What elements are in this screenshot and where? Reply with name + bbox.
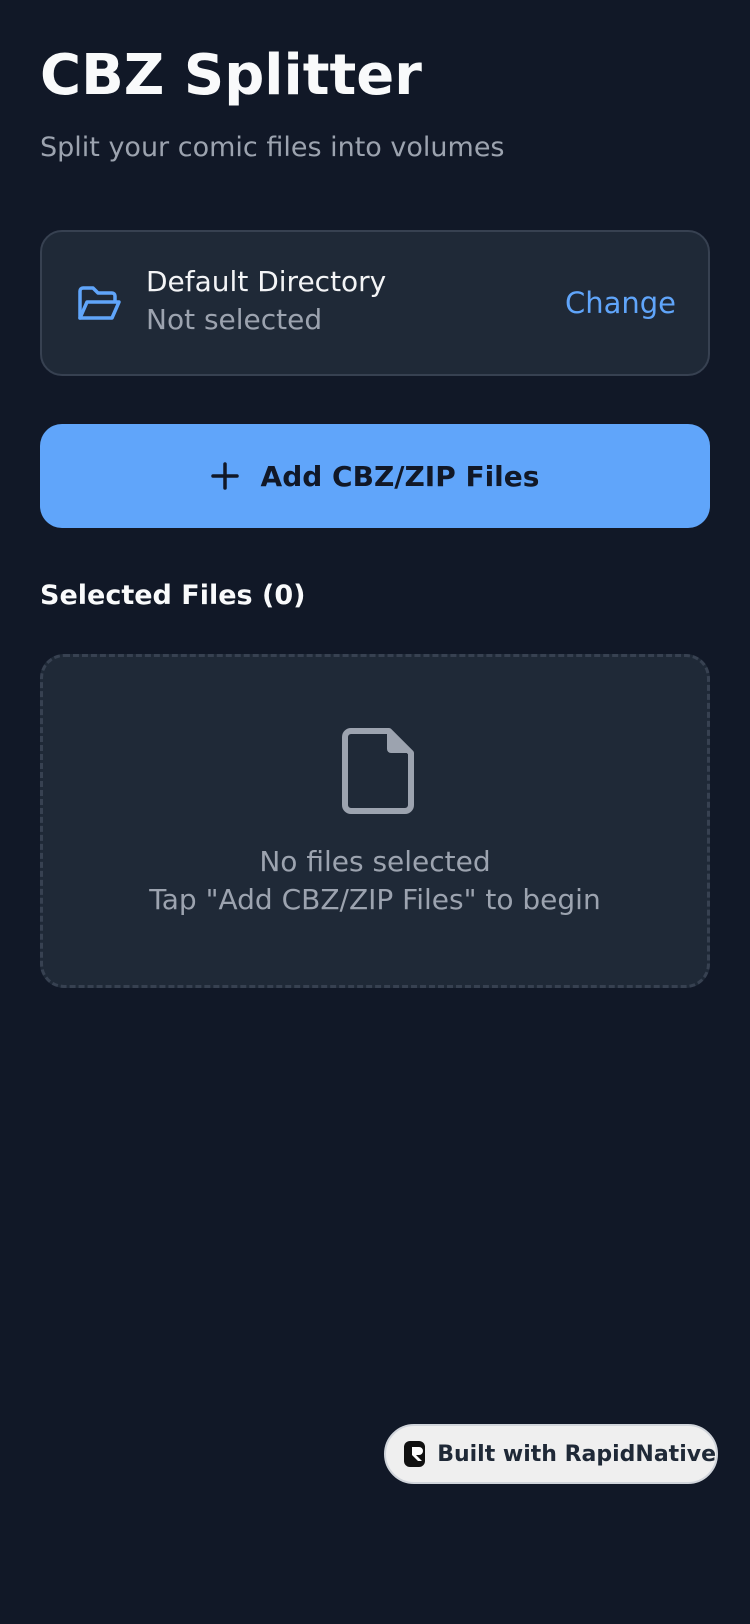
- change-directory-button[interactable]: Change: [565, 284, 676, 322]
- directory-value: Not selected: [146, 303, 323, 336]
- selected-files-heading: Selected Files (0): [40, 580, 306, 611]
- app-screen: CBZ Splitter Split your comic files into…: [0, 0, 750, 1624]
- directory-label: Default Directory: [146, 265, 387, 298]
- empty-files-placeholder: No files selected Tap "Add CBZ/ZIP Files…: [40, 654, 710, 988]
- empty-state-hint: Tap "Add CBZ/ZIP Files" to begin: [149, 883, 601, 916]
- plus-icon: [210, 462, 239, 490]
- file-icon: [341, 727, 415, 815]
- folder-open-icon: [76, 284, 122, 324]
- built-with-badge[interactable]: Built with RapidNative: [384, 1424, 718, 1484]
- page-title: CBZ Splitter: [40, 43, 422, 108]
- empty-state-title: No files selected: [259, 845, 491, 878]
- rapidnative-logo-icon: [404, 1441, 426, 1467]
- add-files-label: Add CBZ/ZIP Files: [260, 459, 540, 493]
- page-subtitle: Split your comic files into volumes: [40, 132, 505, 163]
- default-directory-card: Default Directory Not selected Change: [40, 230, 710, 376]
- built-with-label: Built with RapidNative: [437, 1441, 716, 1467]
- add-files-button[interactable]: Add CBZ/ZIP Files: [40, 424, 710, 528]
